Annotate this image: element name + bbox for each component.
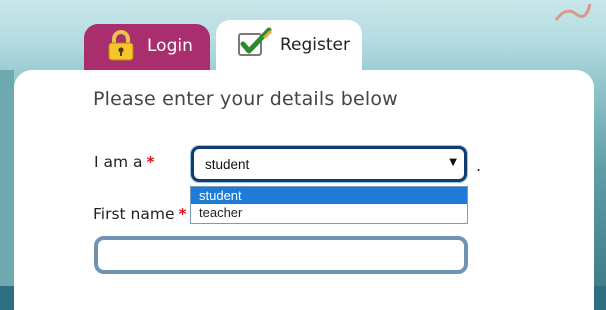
role-label: I am a *	[94, 153, 155, 171]
decorative-scribble	[554, 3, 592, 21]
dropdown-arrow-icon: ▼	[449, 157, 457, 168]
first-name-label-text: First name	[93, 205, 175, 223]
role-label-text: I am a	[94, 153, 143, 171]
required-marker: *	[178, 205, 187, 223]
role-select-value: student	[205, 157, 250, 172]
first-name-input[interactable]	[94, 236, 468, 274]
role-option-student[interactable]: student	[191, 187, 467, 204]
checkmark-icon	[236, 27, 274, 63]
role-option-teacher[interactable]: teacher	[191, 204, 467, 221]
required-marker: *	[146, 153, 155, 171]
tab-register[interactable]: Register	[216, 20, 362, 72]
first-name-label: First name *	[93, 205, 187, 223]
role-select[interactable]: student ▼	[191, 146, 467, 182]
role-dropdown-list: student teacher	[190, 186, 468, 224]
tab-login[interactable]: Login	[84, 24, 210, 70]
card-left-edge	[0, 70, 14, 286]
tab-register-label: Register	[280, 35, 350, 55]
tab-login-label: Login	[147, 36, 193, 56]
role-suffix: .	[476, 156, 482, 175]
lock-icon	[106, 30, 136, 66]
form-intro-text: Please enter your details below	[93, 88, 398, 110]
